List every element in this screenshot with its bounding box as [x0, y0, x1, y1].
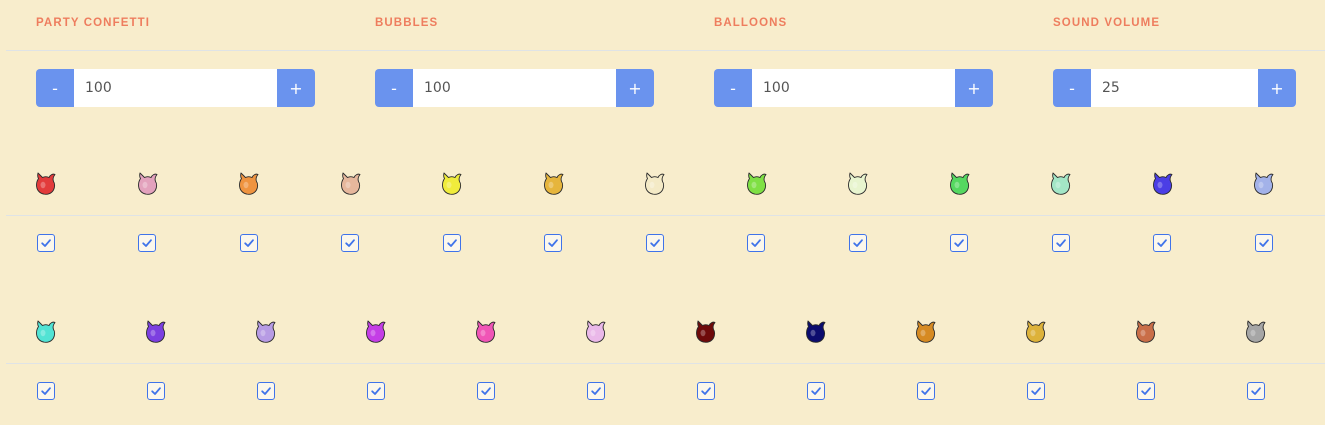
color-swatch-pink-icon	[136, 171, 160, 197]
sound-volume-decrease-button[interactable]: -	[1053, 69, 1091, 107]
color-checkbox-peach[interactable]	[341, 234, 359, 252]
color-checkbox-bronze[interactable]	[916, 382, 935, 400]
color-swatch-yellow-icon	[440, 171, 464, 197]
bubbles-stepper: - +	[375, 69, 654, 107]
color-swatch-green-icon	[948, 171, 972, 197]
sound-volume-label: SOUND VOLUME	[1053, 17, 1161, 29]
color-swatch-mint-icon	[1049, 171, 1073, 197]
color-checkbox-magenta[interactable]	[366, 382, 385, 400]
party-confetti-stepper: - +	[36, 69, 315, 107]
color-checkbox-red[interactable]	[36, 234, 55, 252]
color-swatch-hot-pink-icon	[474, 319, 498, 345]
color-checkbox-turquoise[interactable]	[36, 382, 55, 400]
color-swatch-lavender-icon	[254, 319, 278, 345]
color-swatch-lime-icon	[745, 171, 769, 197]
color-swatch-turquoise-icon	[34, 319, 58, 345]
color-checkbox-lime[interactable]	[747, 234, 765, 252]
color-swatch-peach-icon	[339, 171, 363, 197]
color-checkbox-pale-green[interactable]	[848, 234, 867, 252]
balloons-label: BALLOONS	[714, 17, 788, 29]
party-confetti-decrease-button[interactable]: -	[36, 69, 74, 107]
bubbles-increase-button[interactable]: +	[616, 69, 654, 107]
color-swatch-navy-icon	[804, 319, 828, 345]
color-checkbox-orange[interactable]	[239, 234, 258, 252]
color-checkbox-navy[interactable]	[806, 382, 825, 400]
color-swatch-magenta-icon	[364, 319, 388, 345]
color-checkbox-mint[interactable]	[1051, 234, 1070, 252]
color-swatch-cream-icon	[643, 171, 667, 197]
color-swatch-copper-icon	[1134, 319, 1158, 345]
balloons-input[interactable]	[752, 69, 955, 107]
party-confetti-label: PARTY CONFETTI	[36, 17, 151, 29]
color-checkbox-silver[interactable]	[1246, 382, 1265, 400]
color-swatch-violet-icon	[144, 319, 168, 345]
color-swatch-silver-icon	[1244, 319, 1268, 345]
color-checkbox-gold[interactable]	[1026, 382, 1045, 400]
color-swatch-mustard-icon	[542, 171, 566, 197]
balloons-increase-button[interactable]: +	[955, 69, 993, 107]
color-swatch-gold-icon	[1024, 319, 1048, 345]
color-checkbox-hot-pink[interactable]	[476, 382, 495, 400]
bubbles-input[interactable]	[413, 69, 616, 107]
color-row-1-divider	[6, 215, 1325, 216]
sound-volume-increase-button[interactable]: +	[1258, 69, 1296, 107]
color-checkbox-green[interactable]	[950, 234, 968, 252]
color-swatch-pale-green-icon	[846, 171, 870, 197]
color-swatch-bronze-icon	[914, 319, 938, 345]
balloons-stepper: - +	[714, 69, 993, 107]
color-checkbox-lavender[interactable]	[256, 382, 275, 400]
color-swatch-red-icon	[34, 171, 58, 197]
color-swatch-periwinkle-icon	[1252, 171, 1276, 197]
color-swatch-light-pink-icon	[584, 319, 608, 345]
color-checkbox-royal-blue[interactable]	[1153, 234, 1171, 252]
color-checkbox-cream[interactable]	[645, 234, 664, 252]
color-row-2-divider	[6, 363, 1325, 364]
color-swatch-royal-blue-icon	[1151, 171, 1175, 197]
bubbles-decrease-button[interactable]: -	[375, 69, 413, 107]
balloons-decrease-button[interactable]: -	[714, 69, 752, 107]
bubbles-label: BUBBLES	[375, 17, 439, 29]
color-checkbox-light-pink[interactable]	[586, 382, 605, 400]
color-swatch-maroon-icon	[694, 319, 718, 345]
color-checkbox-periwinkle[interactable]	[1254, 234, 1273, 252]
party-confetti-input[interactable]	[74, 69, 277, 107]
color-checkbox-mustard[interactable]	[544, 234, 562, 252]
party-confetti-increase-button[interactable]: +	[277, 69, 315, 107]
color-checkbox-pink[interactable]	[138, 234, 156, 252]
color-checkbox-yellow[interactable]	[442, 234, 461, 252]
color-swatch-orange-icon	[237, 171, 261, 197]
color-checkbox-maroon[interactable]	[696, 382, 715, 400]
sound-volume-input[interactable]	[1091, 69, 1258, 107]
sound-volume-stepper: - +	[1053, 69, 1296, 107]
color-checkbox-violet[interactable]	[146, 382, 165, 400]
color-checkbox-copper[interactable]	[1136, 382, 1155, 400]
